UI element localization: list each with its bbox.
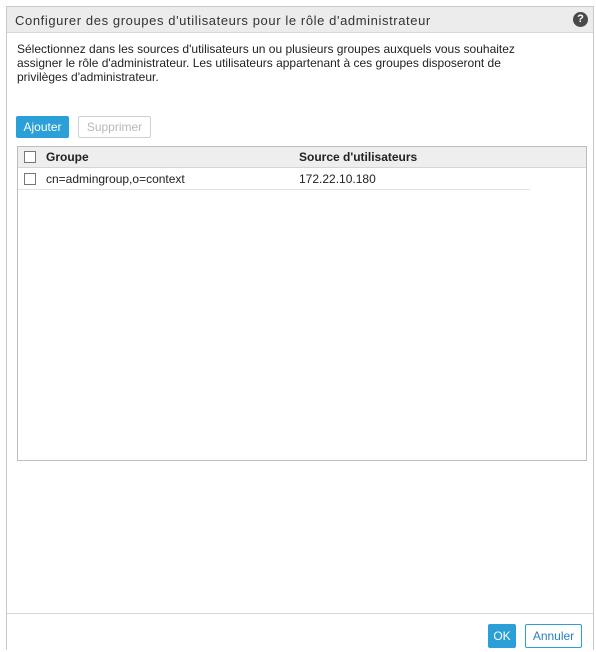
description-line: privilèges d'administrateur.: [17, 70, 159, 84]
dialog-description: Sélectionnez dans les sources d'utilisat…: [17, 42, 577, 84]
help-icon[interactable]: ?: [573, 12, 588, 27]
add-button[interactable]: Ajouter: [16, 116, 69, 138]
admin-groups-dialog: Configurer des groupes d'utilisateurs po…: [6, 6, 594, 651]
dialog-title: Configurer des groupes d'utilisateurs po…: [15, 13, 431, 28]
groups-table: Groupe Source d'utilisateurs cn=admingro…: [17, 146, 587, 461]
cancel-button[interactable]: Annuler: [525, 624, 582, 648]
cell-group: cn=admingroup,o=context: [46, 172, 185, 186]
dialog-footer: OK Annuler: [7, 613, 593, 651]
select-all-checkbox[interactable]: [24, 151, 36, 163]
column-header-groupe[interactable]: Groupe: [46, 150, 89, 164]
table-header: Groupe Source d'utilisateurs: [18, 147, 586, 168]
description-line: Sélectionnez dans les sources d'utilisat…: [17, 42, 515, 56]
description-line: assigner le rôle d'administrateur. Les u…: [17, 56, 501, 70]
dialog-titlebar: Configurer des groupes d'utilisateurs po…: [7, 7, 593, 33]
delete-button[interactable]: Supprimer: [78, 116, 151, 138]
table-row[interactable]: cn=admingroup,o=context 172.22.10.180: [18, 169, 530, 190]
row-checkbox[interactable]: [24, 173, 36, 185]
cell-source: 172.22.10.180: [299, 172, 376, 186]
column-header-source[interactable]: Source d'utilisateurs: [299, 150, 417, 164]
ok-button[interactable]: OK: [488, 624, 516, 648]
